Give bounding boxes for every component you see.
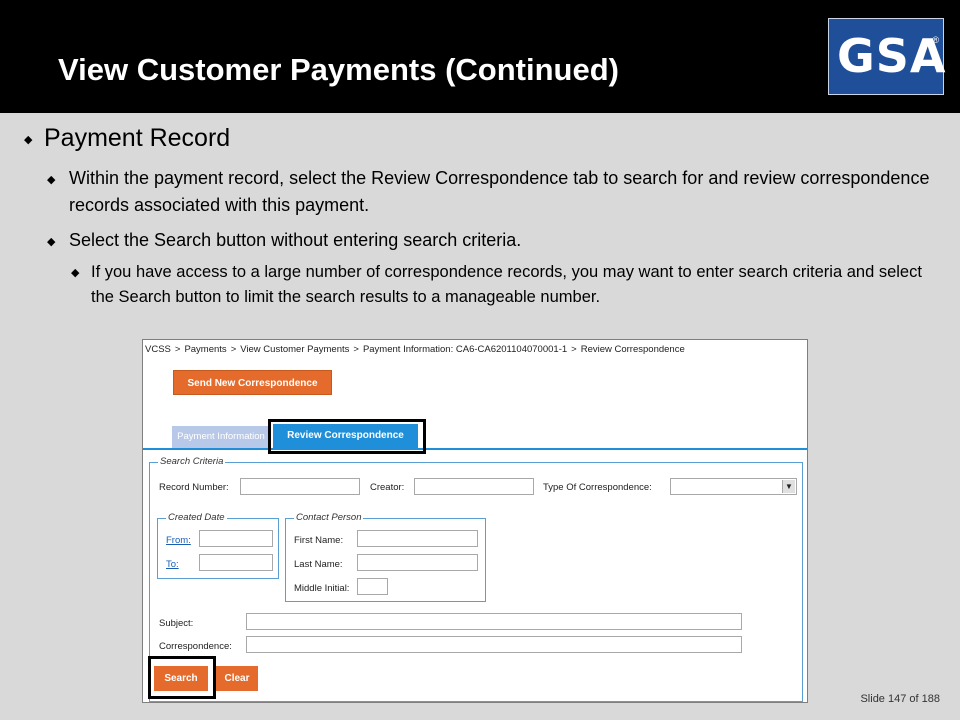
crumb-payment-information[interactable]: Payment Information: CA6-CA6201104070001… — [363, 344, 567, 355]
contact-person-legend: Contact Person — [294, 512, 364, 523]
record-number-input[interactable] — [240, 478, 360, 495]
crumb-review-correspondence: Review Correspondence — [580, 344, 685, 355]
crumb-sep: > — [230, 344, 237, 355]
search-criteria-legend: Search Criteria — [158, 456, 226, 467]
bullet-search-button: Select the Search button without enterin… — [69, 230, 522, 250]
from-date-input[interactable] — [199, 530, 273, 547]
slide-total-label: of 188 — [909, 693, 940, 705]
middle-initial-input[interactable] — [357, 578, 388, 595]
diamond-bullet-icon: ◆ — [24, 134, 33, 146]
record-number-label: Record Number: — [159, 482, 229, 493]
creator-label: Creator: — [370, 482, 405, 493]
created-date-legend: Created Date — [166, 512, 227, 523]
clear-button[interactable]: Clear — [216, 666, 258, 691]
breadcrumb: VCSS > Payments > View Customer Payments > Pay… — [145, 344, 689, 355]
app-screenshot: VCSS > Payments > View Customer Payments > Pay… — [142, 339, 808, 703]
crumb-vcss[interactable]: VCSS — [145, 344, 171, 355]
slide-number-label: Slide 147 — [860, 693, 907, 705]
contact-person-group: Contact Person First Name: Last Name: Mi… — [285, 512, 486, 602]
correspondence-input[interactable] — [246, 636, 742, 653]
from-date-link[interactable]: From: — [166, 535, 191, 546]
diamond-bullet-icon: ◆ — [71, 267, 80, 279]
type-of-correspondence-label: Type Of Correspondence: — [543, 482, 652, 493]
middle-initial-label: Middle Initial: — [294, 583, 350, 594]
gsa-logo: GSA ® — [828, 18, 947, 95]
subject-label: Subject: — [159, 618, 194, 629]
registered-mark: ® — [932, 35, 939, 45]
crumb-payments[interactable]: Payments — [184, 344, 226, 355]
first-name-input[interactable] — [357, 530, 478, 547]
diamond-bullet-icon: ◆ — [47, 236, 56, 248]
diamond-bullet-icon: ◆ — [47, 174, 56, 186]
send-new-correspondence-button[interactable]: Send New Correspondence — [173, 370, 332, 395]
created-date-group: Created Date From: To: — [157, 512, 279, 579]
chevron-down-icon: ▼ — [782, 480, 795, 493]
tab-underline — [143, 448, 807, 450]
last-name-input[interactable] — [357, 554, 478, 571]
to-date-link[interactable]: To: — [166, 559, 179, 570]
subject-input[interactable] — [246, 613, 742, 630]
bullet-large-number: If you have access to a large number of … — [91, 263, 922, 306]
crumb-view-customer-payments[interactable]: View Customer Payments — [240, 344, 349, 355]
crumb-sep: > — [174, 344, 181, 355]
highlight-review-tab — [268, 419, 426, 454]
slide-number: Slide 147 of 188 — [860, 693, 940, 705]
bullet-payment-record: Payment Record — [44, 124, 231, 152]
to-date-input[interactable] — [199, 554, 273, 571]
creator-input[interactable] — [414, 478, 534, 495]
first-name-label: First Name: — [294, 535, 344, 546]
crumb-sep: > — [571, 344, 577, 355]
last-name-label: Last Name: — [294, 559, 343, 570]
logo-text: GSA — [837, 29, 947, 83]
correspondence-label: Correspondence: — [159, 641, 232, 652]
slide-header: View Customer Payments (Continued) GSA ® — [0, 0, 960, 113]
tab-payment-information[interactable]: Payment Information — [172, 426, 270, 448]
slide-title: View Customer Payments (Continued) — [58, 52, 619, 87]
type-of-correspondence-select[interactable]: ▼ — [670, 478, 797, 495]
crumb-sep: > — [353, 344, 359, 355]
highlight-search-button — [148, 656, 216, 699]
bullet-review-tab: Within the payment record, select the Re… — [69, 168, 930, 215]
